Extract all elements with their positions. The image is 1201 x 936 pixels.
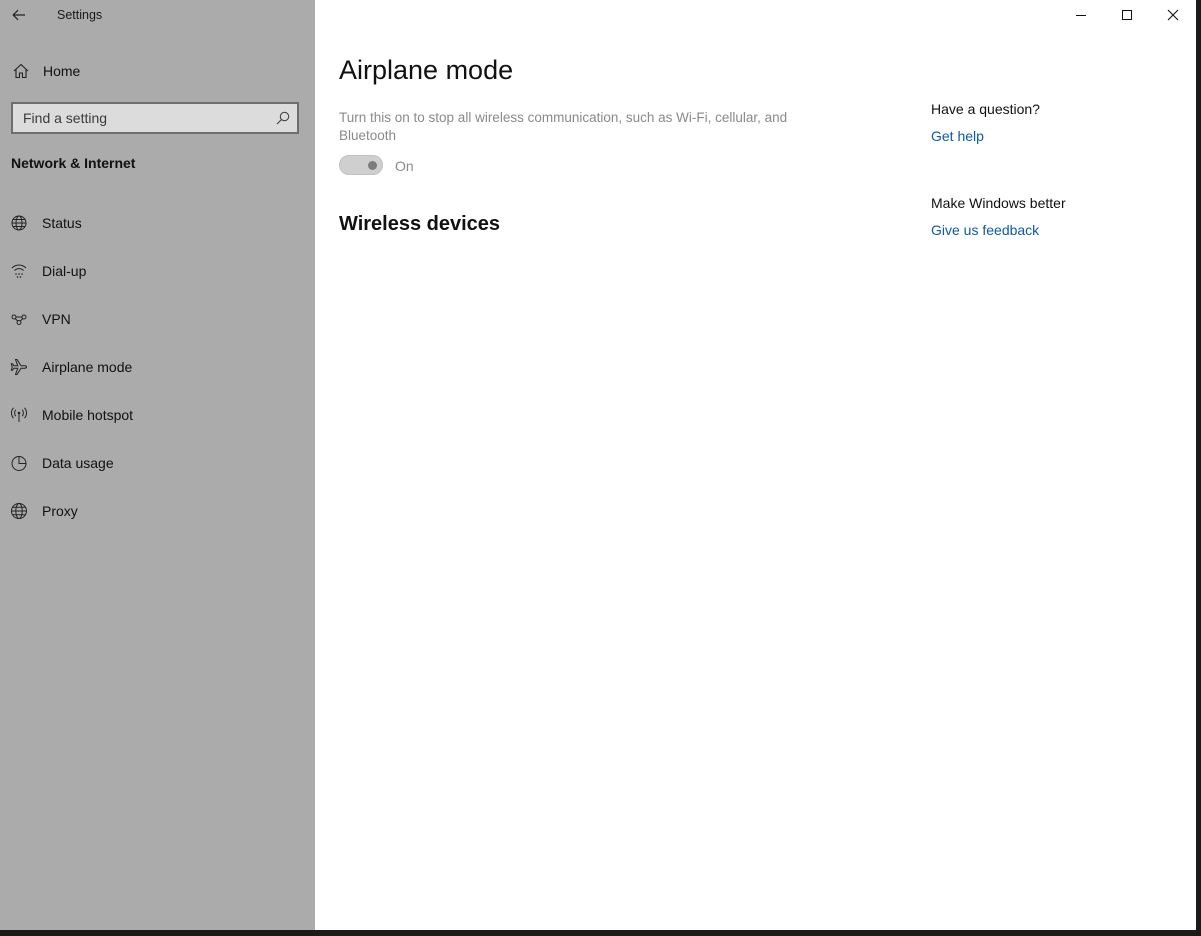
toggle-state-label: On: [395, 158, 414, 174]
sidebar-item-mobile-hotspot[interactable]: Mobile hotspot: [0, 395, 315, 435]
question-heading: Have a question?: [931, 101, 1040, 117]
airplane-mode-toggle[interactable]: [339, 155, 383, 175]
back-button[interactable]: [6, 2, 32, 28]
sidebar-item-status[interactable]: Status: [0, 203, 315, 243]
sidebar-item-label: Data usage: [42, 455, 114, 471]
search-input[interactable]: Find a setting: [11, 102, 299, 134]
back-arrow-icon: [12, 9, 25, 21]
feedback-heading: Make Windows better: [931, 195, 1066, 211]
vpn-icon: [11, 314, 27, 325]
airplane-icon: [10, 359, 28, 375]
page-title: Airplane mode: [339, 55, 514, 85]
sidebar-item-data-usage[interactable]: Data usage: [0, 443, 315, 483]
sidebar-item-label: Dial-up: [42, 263, 87, 279]
sidebar-item-dial-up[interactable]: Dial-up: [0, 251, 315, 291]
dial-up-icon: [11, 264, 27, 278]
home-icon: [13, 63, 29, 79]
sidebar: Settings Home Find a setting Network & I…: [0, 0, 315, 930]
sidebar-item-airplane-mode[interactable]: Airplane mode: [0, 347, 315, 387]
give-feedback-link[interactable]: Give us feedback: [931, 222, 1039, 238]
wireless-devices-heading: Wireless devices: [339, 213, 501, 235]
sidebar-item-label: Airplane mode: [42, 359, 133, 375]
sidebar-item-label: VPN: [42, 311, 71, 327]
airplane-mode-description: Turn this on to stop all wireless commun…: [339, 110, 788, 143]
main-content: Airplane mode Turn this on to stop all w…: [315, 0, 1196, 930]
sidebar-item-label: Home: [43, 63, 81, 79]
sidebar-item-proxy[interactable]: Proxy: [0, 491, 315, 531]
search-icon: [276, 111, 290, 125]
sidebar-item-label: Mobile hotspot: [42, 407, 134, 423]
sidebar-item-home[interactable]: Home: [0, 54, 315, 88]
app-title: Settings: [57, 8, 103, 22]
title-bar: Settings: [0, 0, 315, 30]
globe-icon: [11, 503, 27, 519]
pie-chart-icon: [11, 456, 27, 471]
section-title: Network & Internet: [11, 155, 136, 171]
settings-window: Settings Home Find a setting Network & I…: [0, 0, 1196, 930]
sidebar-item-label: Proxy: [42, 503, 78, 519]
sidebar-item-label: Status: [42, 215, 82, 231]
get-help-link[interactable]: Get help: [931, 128, 984, 144]
sidebar-item-vpn[interactable]: VPN: [0, 299, 315, 339]
search-placeholder: Find a setting: [23, 110, 108, 126]
globe-status-icon: [11, 215, 27, 231]
toggle-knob: [368, 160, 377, 170]
hotspot-icon: [10, 407, 28, 422]
